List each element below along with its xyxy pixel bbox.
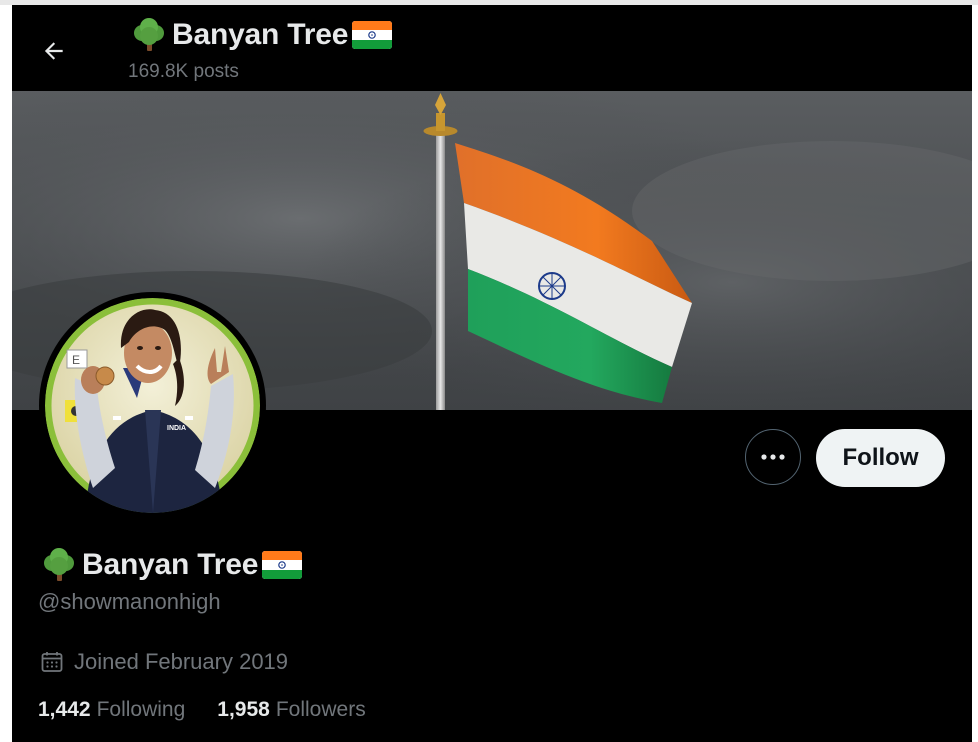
more-options-button[interactable] — [745, 429, 801, 485]
follow-button[interactable]: Follow — [816, 429, 945, 487]
header-title-row: Banyan Tree — [130, 15, 393, 55]
back-button[interactable] — [36, 33, 72, 69]
profile-name-row: Banyan Tree — [40, 545, 303, 585]
india-flag-icon — [352, 21, 393, 49]
calendar-icon — [41, 652, 63, 672]
avatar[interactable]: E INDIA — [45, 298, 260, 513]
profile-handle: @showmanonhigh — [38, 589, 221, 614]
followers-label: Followers — [275, 698, 366, 721]
tree-emoji-icon — [44, 548, 74, 581]
profile-header-bar: Banyan Tree 169.8K posts — [12, 5, 972, 91]
window-right-edge — [972, 5, 978, 742]
following-link[interactable]: 1,442 Following — [38, 698, 185, 722]
profile-display-name: Banyan Tree — [82, 548, 259, 581]
followers-count: 1,958 — [217, 698, 270, 721]
india-flag-icon — [262, 551, 303, 579]
tree-emoji-icon — [134, 18, 164, 51]
avatar-photo: E INDIA — [45, 298, 260, 513]
svg-text:E: E — [72, 353, 80, 367]
joined-date-text: Joined February 2019 — [74, 649, 289, 674]
profile-page: Banyan Tree 169.8K posts E INDIA Follow … — [12, 5, 972, 742]
follow-counts: 1,442 Following 1,958 Followers — [38, 695, 366, 725]
avatar-border: E INDIA — [39, 292, 266, 519]
header-post-count: 169.8K posts — [128, 61, 239, 82]
ellipsis-icon — [761, 454, 785, 460]
following-count: 1,442 — [38, 698, 91, 721]
followers-link[interactable]: 1,958 Followers — [217, 698, 365, 722]
joined-date-row: Joined February 2019 — [40, 648, 288, 676]
following-label: Following — [96, 698, 186, 721]
svg-text:INDIA: INDIA — [167, 425, 186, 432]
back-arrow-icon — [44, 42, 63, 60]
header-display-name: Banyan Tree — [172, 18, 349, 51]
